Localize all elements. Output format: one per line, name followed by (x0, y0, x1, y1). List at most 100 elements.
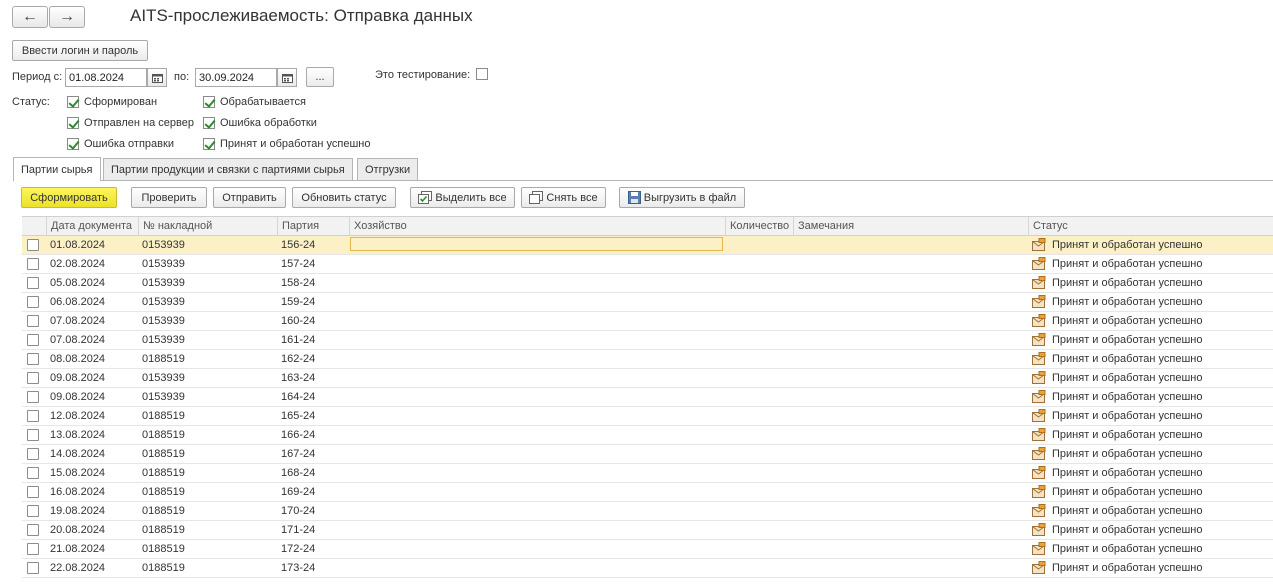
cell-date: 05.08.2024 (50, 277, 106, 289)
status-envelope-icon (1032, 257, 1046, 270)
status-checkbox-formed[interactable] (67, 96, 79, 108)
cell-date: 09.08.2024 (50, 372, 106, 384)
status-text: Принят и обработан успешно (1052, 258, 1203, 270)
cell-batch: 169-24 (281, 486, 316, 498)
cell-batch: 159-24 (281, 296, 316, 308)
header-remarks[interactable]: Замечания (793, 217, 1028, 236)
export-to-file-button[interactable]: Выгрузить в файл (619, 187, 745, 208)
header-status[interactable]: Статус (1028, 217, 1273, 236)
cell-status: Принят и обработан успешно (1028, 502, 1273, 520)
cell-batch: 167-24 (281, 448, 316, 460)
cell-date: 08.08.2024 (50, 353, 106, 365)
tab-shipments[interactable]: Отгрузки (357, 158, 419, 180)
table-row[interactable]: 05.08.2024 0153939 158-24 Принят и обработа… (22, 274, 1273, 293)
cell-date: 14.08.2024 (50, 448, 106, 460)
table-row[interactable]: 07.08.2024 0153939 160-24 Принят и обработа… (22, 312, 1273, 331)
check-button[interactable]: Проверить (131, 187, 207, 208)
table-row[interactable]: 20.08.2024 0188519 171-24 Принят и обработа… (22, 521, 1273, 540)
status-checkbox-send-error[interactable] (67, 138, 79, 150)
period-from-calendar-button[interactable] (147, 68, 167, 87)
farm-input-field[interactable] (350, 237, 723, 251)
select-all-button[interactable]: Выделить все (410, 187, 515, 208)
period-select-button[interactable]: ... (306, 67, 334, 87)
cell-date: 01.08.2024 (50, 239, 106, 251)
header-quantity[interactable]: Количество (725, 217, 793, 236)
table-row[interactable]: 13.08.2024 0188519 166-24 Принят и обработа… (22, 426, 1273, 445)
testing-checkbox[interactable] (476, 68, 488, 80)
row-checkbox[interactable] (27, 486, 39, 498)
table-row[interactable]: 14.08.2024 0188519 167-24 Принят и обработа… (22, 445, 1273, 464)
cell-date: 07.08.2024 (50, 334, 106, 346)
row-checkbox[interactable] (27, 372, 39, 384)
row-checkbox[interactable] (27, 448, 39, 460)
header-farm[interactable]: Хозяйство (349, 217, 725, 236)
cell-invoice: 0188519 (142, 524, 185, 536)
table-row[interactable]: 21.08.2024 0188519 172-24 Принят и обработа… (22, 540, 1273, 559)
cell-invoice: 0188519 (142, 467, 185, 479)
table-row[interactable]: 22.08.2024 0188519 173-24 Принят и обработа… (22, 559, 1273, 578)
status-text: Принят и обработан успешно (1052, 296, 1203, 308)
cell-status: Принят и обработан успешно (1028, 236, 1273, 254)
form-button[interactable]: Сформировать (21, 187, 117, 208)
tab-divider (13, 180, 1273, 181)
table-row[interactable]: 12.08.2024 0188519 165-24 Принят и обработа… (22, 407, 1273, 426)
cell-date: 16.08.2024 (50, 486, 106, 498)
table-row[interactable]: 02.08.2024 0153939 157-24 Принят и обработа… (22, 255, 1273, 274)
status-checkbox-accepted[interactable] (203, 138, 215, 150)
row-checkbox[interactable] (27, 524, 39, 536)
send-button[interactable]: Отправить (213, 187, 286, 208)
table-row[interactable]: 15.08.2024 0188519 168-24 Принят и обработа… (22, 464, 1273, 483)
deselect-all-button[interactable]: Снять все (521, 187, 606, 208)
row-checkbox[interactable] (27, 296, 39, 308)
row-checkbox[interactable] (27, 467, 39, 479)
page-title: AITS-прослеживаемость: Отправка данных (130, 6, 473, 25)
row-checkbox[interactable] (27, 315, 39, 327)
cell-invoice: 0188519 (142, 353, 185, 365)
cell-status: Принят и обработан успешно (1028, 255, 1273, 273)
header-batch[interactable]: Партия (277, 217, 349, 236)
row-checkbox[interactable] (27, 429, 39, 441)
status-envelope-icon (1032, 447, 1046, 460)
row-checkbox[interactable] (27, 277, 39, 289)
header-date[interactable]: Дата документа (46, 217, 138, 236)
cell-batch: 157-24 (281, 258, 316, 270)
table-row[interactable]: 06.08.2024 0153939 159-24 Принят и обработа… (22, 293, 1273, 312)
cell-date: 19.08.2024 (50, 505, 106, 517)
status-text: Принят и обработан успешно (1052, 448, 1203, 460)
table-row[interactable]: 08.08.2024 0188519 162-24 Принят и обработа… (22, 350, 1273, 369)
cell-invoice: 0153939 (142, 277, 185, 289)
row-checkbox[interactable] (27, 562, 39, 574)
status-envelope-icon (1032, 523, 1046, 536)
row-checkbox[interactable] (27, 334, 39, 346)
refresh-status-button[interactable]: Обновить статус (292, 187, 396, 208)
row-checkbox[interactable] (27, 410, 39, 422)
back-button[interactable]: ← (12, 6, 48, 28)
status-checkbox-processing-error[interactable] (203, 117, 215, 129)
row-checkbox[interactable] (27, 391, 39, 403)
tab-product-batches[interactable]: Партии продукции и связки с партиями сыр… (103, 158, 353, 180)
row-checkbox[interactable] (27, 505, 39, 517)
row-checkbox[interactable] (27, 258, 39, 270)
forward-button[interactable]: → (49, 6, 85, 28)
status-checkbox-sent[interactable] (67, 117, 79, 129)
table-row[interactable]: 19.08.2024 0188519 170-24 Принят и обработа… (22, 502, 1273, 521)
status-checkbox-processing[interactable] (203, 96, 215, 108)
row-checkbox[interactable] (27, 239, 39, 251)
table-row[interactable]: 16.08.2024 0188519 169-24 Принят и обработа… (22, 483, 1273, 502)
period-to-field[interactable]: 30.09.2024 (195, 68, 277, 87)
row-checkbox[interactable] (27, 353, 39, 365)
table-row[interactable]: 09.08.2024 0153939 163-24 Принят и обработа… (22, 369, 1273, 388)
table-row[interactable]: 01.08.2024 0153939 156-24 Принят и обработа… (22, 236, 1273, 255)
table-row[interactable]: 09.08.2024 0153939 164-24 Принят и обработа… (22, 388, 1273, 407)
row-checkbox[interactable] (27, 543, 39, 555)
period-from-field[interactable]: 01.08.2024 (65, 68, 147, 87)
login-button[interactable]: Ввести логин и пароль (12, 40, 148, 61)
deselect-all-label: Снять все (546, 191, 598, 204)
testing-label: Это тестирование: (375, 69, 471, 81)
tab-raw-batches[interactable]: Партии сырья (13, 157, 101, 181)
header-invoice[interactable]: № накладной (138, 217, 277, 236)
table-row[interactable]: 07.08.2024 0153939 161-24 Принят и обработа… (22, 331, 1273, 350)
cell-batch: 168-24 (281, 467, 316, 479)
cell-invoice: 0153939 (142, 296, 185, 308)
period-to-calendar-button[interactable] (277, 68, 297, 87)
